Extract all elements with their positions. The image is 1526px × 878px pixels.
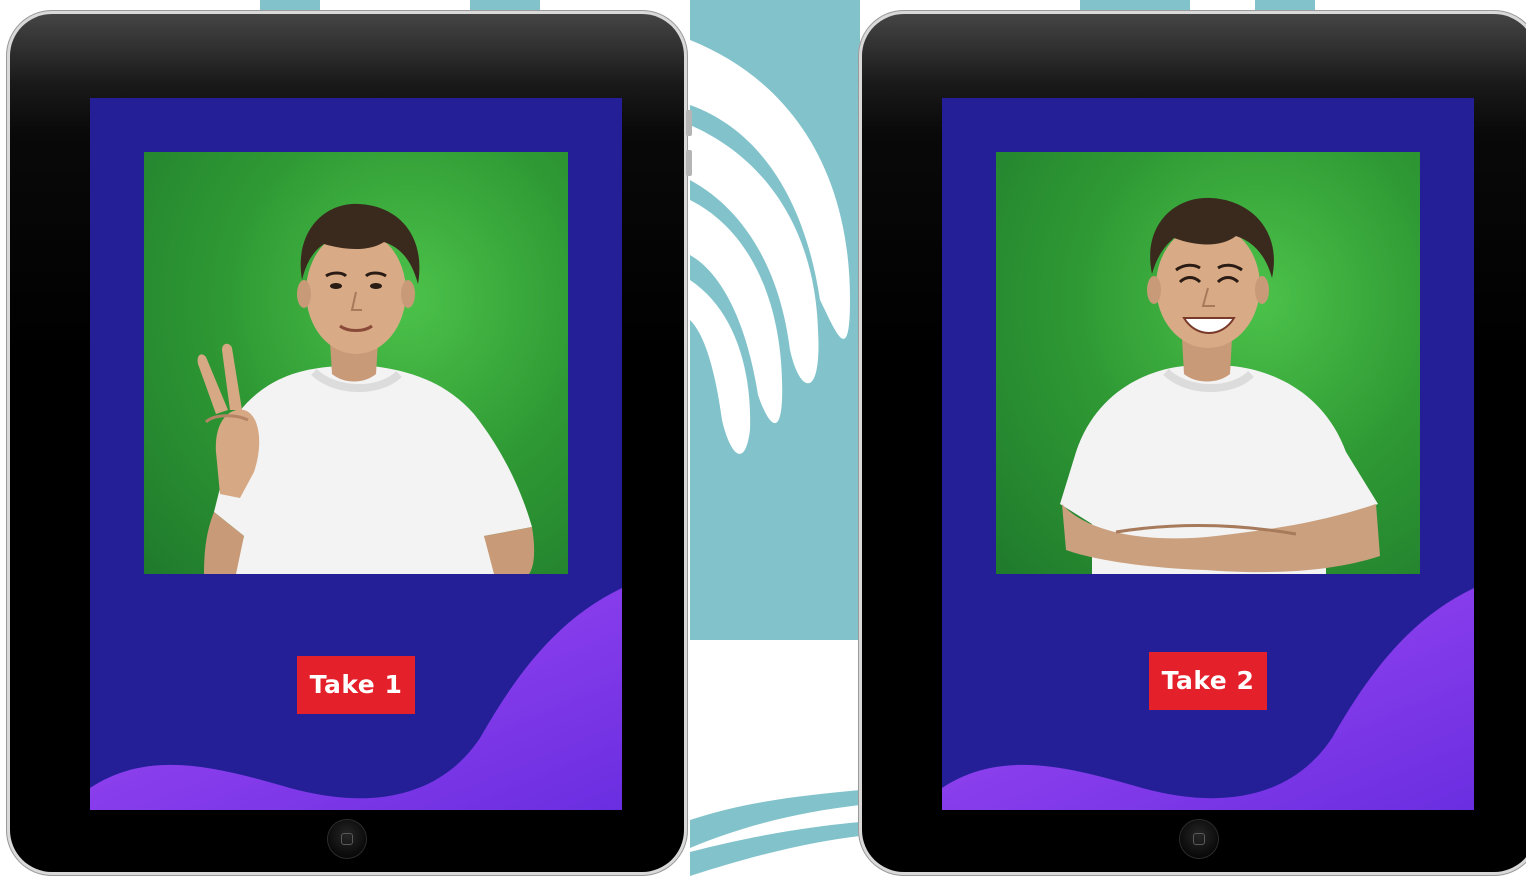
tablet-bezel: Take 2	[862, 14, 1526, 872]
tablet-bezel: Take 1	[10, 14, 684, 872]
home-button-icon[interactable]	[1180, 820, 1218, 858]
home-glyph-icon	[341, 833, 353, 845]
take-label: Take 2	[1149, 652, 1267, 710]
volume-button	[686, 110, 692, 136]
volume-button	[686, 150, 692, 176]
photo-frame	[996, 152, 1420, 574]
home-glyph-icon	[1193, 833, 1205, 845]
tablet-screen: Take 1	[90, 98, 622, 810]
photo-frame	[144, 152, 568, 574]
take-label: Take 1	[297, 656, 415, 714]
tablet-take-2: Take 2	[858, 10, 1526, 876]
tablet-take-1: Take 1	[6, 10, 692, 876]
tablet-screen: Take 2	[942, 98, 1474, 810]
person-photo-arms-crossed	[1060, 197, 1380, 574]
person-photo-peace-sign	[197, 203, 535, 574]
home-button-icon[interactable]	[328, 820, 366, 858]
